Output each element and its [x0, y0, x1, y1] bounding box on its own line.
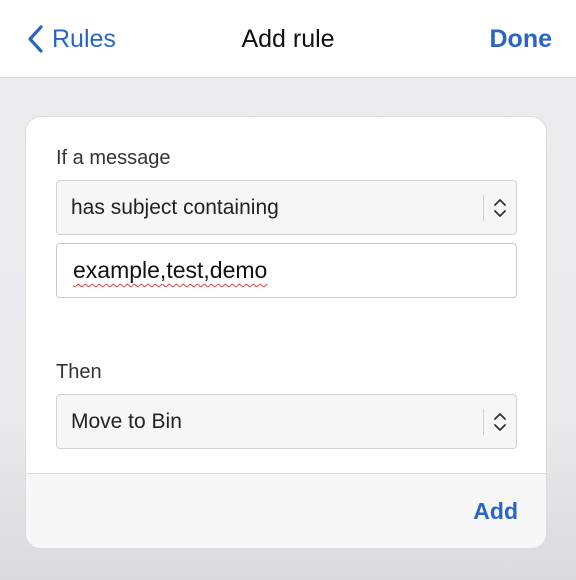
navigation-bar: Rules Add rule Done — [0, 0, 576, 78]
condition-select[interactable]: has subject containing — [56, 180, 517, 235]
action-label: Then — [56, 361, 102, 383]
select-divider — [483, 195, 484, 221]
done-button[interactable]: Done — [490, 22, 553, 56]
action-select[interactable]: Move to Bin — [56, 394, 517, 449]
updown-chevron-icon — [494, 199, 506, 217]
subject-keywords-value: example,test,demo — [73, 257, 268, 283]
condition-select-value: has subject containing — [71, 196, 279, 219]
card-footer: Add — [26, 473, 546, 548]
add-button[interactable]: Add — [473, 498, 518, 525]
rule-card: If a message has subject containing exam… — [25, 116, 547, 549]
updown-chevron-icon — [494, 413, 506, 431]
action-select-value: Move to Bin — [71, 410, 182, 433]
subject-keywords-input[interactable]: example,test,demo — [56, 243, 517, 298]
select-divider — [483, 409, 484, 435]
condition-label: If a message — [56, 147, 171, 169]
